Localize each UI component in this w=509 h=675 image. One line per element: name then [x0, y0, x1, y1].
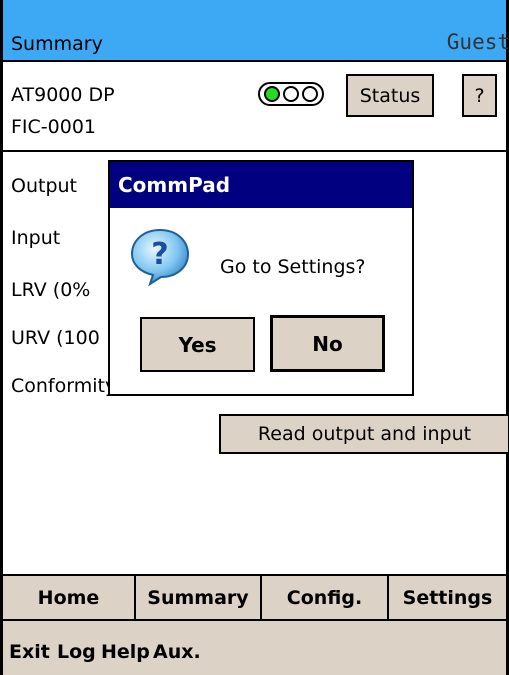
device-header: AT9000 DP FIC-0001 Status ?	[3, 62, 506, 152]
menu-help[interactable]: Help	[101, 641, 150, 663]
menu-bar: Exit Log Help Aux.	[3, 621, 506, 675]
traffic-light-icon	[258, 82, 324, 106]
device-tag: FIC-0001	[11, 116, 97, 138]
title-bar: Summary Guest	[3, 0, 509, 62]
field-label-lrv: LRV (0%	[11, 279, 91, 301]
light-2	[283, 86, 299, 102]
menu-log[interactable]: Log	[57, 641, 96, 663]
dialog-title: CommPad	[110, 162, 412, 208]
help-button[interactable]: ?	[462, 74, 497, 117]
field-label-output: Output	[11, 175, 77, 197]
device-model: AT9000 DP	[11, 84, 115, 106]
light-3	[302, 86, 318, 102]
menu-exit[interactable]: Exit	[9, 641, 50, 663]
bottom-nav: Home Summary Config. Settings	[3, 574, 506, 621]
user-label: Guest	[446, 30, 509, 54]
field-label-input: Input	[11, 227, 61, 249]
read-output-input-button[interactable]: Read output and input	[219, 414, 509, 454]
status-button[interactable]: Status	[346, 74, 434, 117]
tab-settings[interactable]: Settings	[389, 576, 506, 619]
svg-text:?: ?	[151, 237, 168, 272]
commpad-dialog: CommPad ? Go to Settings? Yes No	[108, 160, 414, 396]
green-light	[264, 86, 280, 102]
field-label-urv: URV (100	[11, 327, 100, 349]
tab-summary[interactable]: Summary	[136, 576, 262, 619]
dialog-message: Go to Settings?	[220, 256, 366, 278]
tab-config[interactable]: Config.	[262, 576, 389, 619]
yes-button[interactable]: Yes	[140, 317, 255, 372]
question-icon: ?	[130, 228, 190, 287]
field-label-conformity: Conformity	[11, 375, 117, 397]
no-button[interactable]: No	[270, 315, 385, 372]
tab-home[interactable]: Home	[3, 576, 136, 619]
page-title: Summary	[11, 33, 103, 55]
menu-aux[interactable]: Aux.	[153, 641, 201, 663]
